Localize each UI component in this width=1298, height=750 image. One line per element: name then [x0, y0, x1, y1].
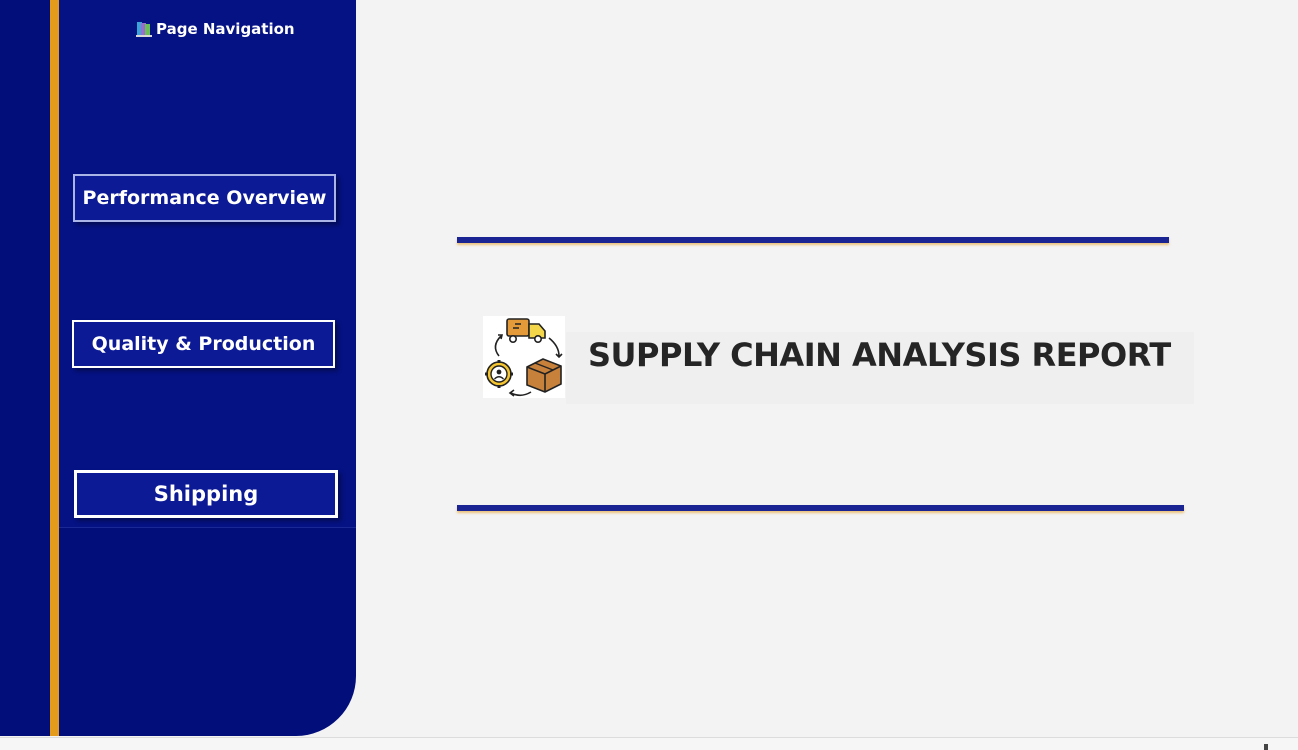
report-title: SUPPLY CHAIN ANALYSIS REPORT: [588, 336, 1171, 374]
quality-production-button[interactable]: Quality & Production: [72, 320, 335, 368]
navigation-title: Page Navigation: [156, 20, 295, 38]
supply-chain-cycle-icon: [483, 316, 565, 398]
resize-grip-icon[interactable]: [1264, 744, 1268, 750]
status-bar: [0, 737, 1298, 750]
bottom-divider: [457, 505, 1184, 511]
performance-overview-button[interactable]: Performance Overview: [73, 174, 336, 222]
navigation-header: Page Navigation: [136, 20, 295, 38]
shipping-button[interactable]: Shipping: [74, 470, 338, 518]
navigation-sidebar: [0, 0, 356, 736]
books-icon: [136, 21, 153, 37]
top-divider: [457, 237, 1169, 243]
sidebar-accent-stripe: [50, 0, 59, 736]
navigation-panel: [59, 0, 356, 528]
